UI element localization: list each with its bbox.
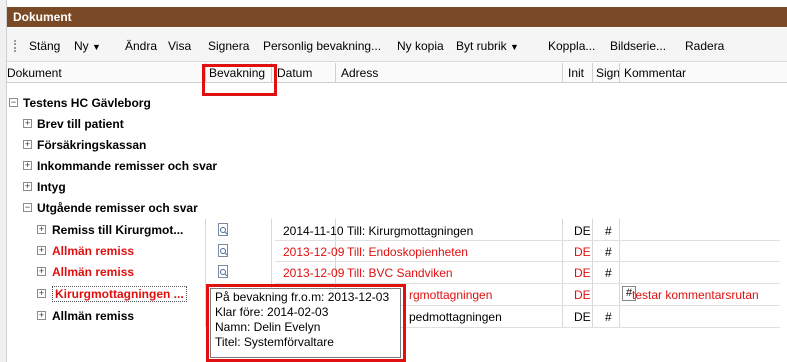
tree-group-label: Intyg [37, 180, 66, 194]
cell-sign: # [605, 310, 612, 324]
column-header-sign[interactable]: Sign [596, 66, 620, 80]
column-header-datum[interactable]: Datum [277, 66, 312, 80]
change-heading-button[interactable]: Byt rubrik ▼ [456, 38, 519, 54]
column-header-dokument[interactable]: Dokument [7, 66, 62, 80]
tooltip-line-title: Titel: Systemförvaltare [215, 335, 334, 349]
expand-icon[interactable]: + [37, 267, 46, 276]
document-icon[interactable] [218, 265, 229, 278]
tree-group[interactable]: − Utgående remisser och svar [7, 198, 787, 219]
chevron-down-icon[interactable]: ▼ [92, 42, 101, 52]
expand-icon[interactable]: + [23, 182, 32, 191]
bevakning-tooltip: På bevakning fr.o.m: 2013-12-03 Klar för… [210, 288, 401, 358]
tree-group[interactable]: + Försäkringskassan [7, 135, 787, 156]
bevakning-highlight-box [202, 64, 277, 96]
document-name: Allmän remiss [52, 309, 135, 323]
view-button[interactable]: Visa [168, 38, 191, 54]
edit-button[interactable]: Ändra [125, 38, 157, 54]
sign-button[interactable]: Signera [208, 38, 249, 54]
document-name: Remiss till Kirurgmot... [52, 223, 184, 237]
personal-watch-button[interactable]: Personlig bevakning... [263, 38, 381, 54]
expand-icon[interactable]: + [37, 289, 46, 298]
link-button[interactable]: Koppla... [548, 38, 595, 54]
table-row[interactable]: + Remiss till Kirurgmot... 2014-11-10 Ti… [7, 220, 787, 241]
column-divider[interactable] [592, 63, 593, 83]
cell-sign: # [605, 245, 612, 259]
toolbar-grip-icon[interactable] [14, 40, 18, 52]
cell-datum: 2013-12-09 [283, 266, 345, 280]
cell-datum: 2013-12-09 [283, 245, 345, 259]
tree-group[interactable]: + Intyg [7, 177, 787, 198]
column-header-row: Dokument Bevakning Datum Adress Init Sig… [7, 63, 787, 83]
cell-kommentar: testar kommentarsrutan [632, 288, 759, 302]
close-button[interactable]: Stäng [29, 38, 60, 54]
tree-group-label: Inkommande remisser och svar [37, 159, 218, 173]
cell-adress: Till: Kirurgmottagningen [347, 224, 474, 238]
image-series-button[interactable]: Bildserie... [610, 38, 666, 54]
column-header-adress[interactable]: Adress [341, 66, 378, 80]
document-icon[interactable] [218, 244, 229, 257]
collapse-icon[interactable]: − [9, 98, 18, 107]
expand-icon[interactable]: + [37, 246, 46, 255]
document-icon[interactable] [218, 223, 229, 236]
new-button-label: Ny [74, 39, 89, 53]
expand-icon[interactable]: + [37, 311, 46, 320]
table-row[interactable]: + Allmän remiss 2013-12-09 Till: Endosko… [7, 241, 787, 262]
tree-group[interactable]: + Brev till patient [7, 114, 787, 135]
expand-icon[interactable]: + [23, 119, 32, 128]
window-title-bar: Dokument [7, 7, 787, 27]
cell-init: DE [574, 245, 591, 259]
document-name: Allmän remiss [52, 244, 135, 258]
tree-group-label: Försäkringskassan [37, 138, 147, 152]
change-heading-label: Byt rubrik [456, 39, 507, 53]
cell-init: DE [574, 266, 591, 280]
cell-adress: pedmottagningen [409, 310, 502, 324]
chevron-down-icon[interactable]: ▼ [510, 42, 519, 52]
cell-sign: # [605, 224, 612, 238]
expand-icon[interactable]: + [23, 140, 32, 149]
tooltip-line-name: Namn: Delin Evelyn [215, 320, 321, 334]
cell-init: DE [574, 310, 591, 324]
tooltip-line-watch-from: På bevakning fr.o.m: 2013-12-03 [215, 290, 390, 304]
column-header-init[interactable]: Init [568, 66, 584, 80]
cell-adress: Till: BVC Sandviken [347, 266, 453, 280]
column-divider[interactable] [562, 63, 563, 83]
column-header-kommentar[interactable]: Kommentar [624, 66, 686, 80]
cell-adress: Till: Endoskopienheten [347, 245, 468, 259]
cell-adress: rgmottagningen [409, 288, 493, 302]
delete-button[interactable]: Radera [685, 38, 724, 54]
column-divider[interactable] [619, 63, 620, 83]
cell-init: DE [574, 288, 591, 302]
tree-root[interactable]: − Testens HC Gävleborg [7, 93, 787, 114]
tree-root-label: Testens HC Gävleborg [23, 96, 151, 110]
tree-group-label: Brev till patient [37, 117, 124, 131]
tree-group[interactable]: + Inkommande remisser och svar [7, 156, 787, 177]
new-copy-button[interactable]: Ny kopia [397, 38, 444, 54]
window-title: Dokument [13, 10, 72, 24]
new-button[interactable]: Ny ▼ [74, 38, 101, 54]
tree-group-label: Utgående remisser och svar [37, 201, 198, 215]
expand-icon[interactable]: + [37, 225, 46, 234]
cell-init: DE [574, 224, 591, 238]
document-name: Kirurgmottagningen ... [52, 286, 187, 302]
expand-icon[interactable]: + [23, 161, 32, 170]
table-row[interactable]: + Allmän remiss 2013-12-09 Till: BVC San… [7, 262, 787, 283]
tooltip-line-due-before: Klar före: 2014-02-03 [215, 305, 329, 319]
toolbar: Stäng Ny ▼ Ändra Visa Signera Personlig … [7, 28, 787, 62]
left-edge [0, 0, 7, 362]
document-name: Allmän remiss [52, 265, 135, 279]
cell-sign: # [605, 266, 612, 280]
collapse-icon[interactable]: − [23, 203, 32, 212]
cell-datum: 2014-11-10 [283, 224, 344, 238]
column-divider[interactable] [335, 63, 336, 83]
